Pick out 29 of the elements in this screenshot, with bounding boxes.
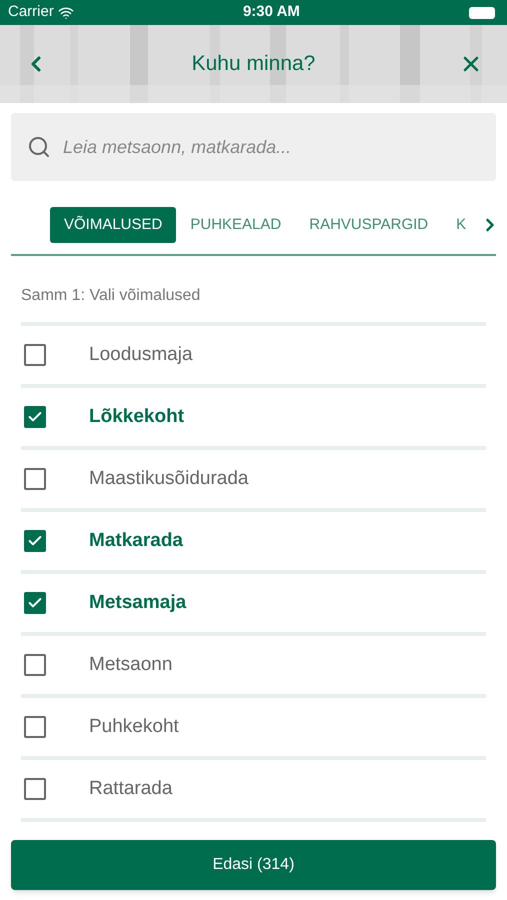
battery-icon xyxy=(469,6,495,18)
status-time: 9:30 AM xyxy=(242,2,300,22)
checkbox[interactable] xyxy=(24,778,46,800)
option-label: Puhkekoht xyxy=(89,714,179,739)
option-label: Loodusmaja xyxy=(89,342,193,367)
checkbox[interactable] xyxy=(24,344,46,366)
checkbox[interactable] xyxy=(24,468,46,490)
option-label: Lõkkekoht xyxy=(89,404,184,429)
checkbox[interactable] xyxy=(24,592,46,614)
option-label: Rattarada xyxy=(89,776,172,801)
option-label: Matkarada xyxy=(89,528,183,553)
tab[interactable]: PUHKEALAD xyxy=(176,207,296,243)
carrier-label: Carrier xyxy=(8,2,54,22)
checkbox[interactable] xyxy=(24,406,46,428)
screen-title: Kuhu minna? xyxy=(192,51,316,78)
checkbox[interactable] xyxy=(24,716,46,738)
checkbox[interactable] xyxy=(24,530,46,552)
option-label: Maastikusõidurada xyxy=(89,466,248,491)
checkbox[interactable] xyxy=(24,654,46,676)
step-label: Samm 1: Vali võimalused xyxy=(21,287,200,304)
option-label: Metsaonn xyxy=(89,652,172,677)
tab[interactable]: VÕIMALUSED xyxy=(50,207,176,243)
wifi-icon xyxy=(58,4,74,20)
search-field[interactable]: Leia metsaonn, matkarada... xyxy=(11,113,496,181)
search-icon xyxy=(27,135,51,159)
next-button[interactable]: Edasi (314) xyxy=(11,840,496,890)
option-label: Metsamaja xyxy=(89,590,186,615)
tab[interactable]: RAHVUSPARGID xyxy=(295,207,442,243)
tab[interactable]: K xyxy=(442,207,480,243)
